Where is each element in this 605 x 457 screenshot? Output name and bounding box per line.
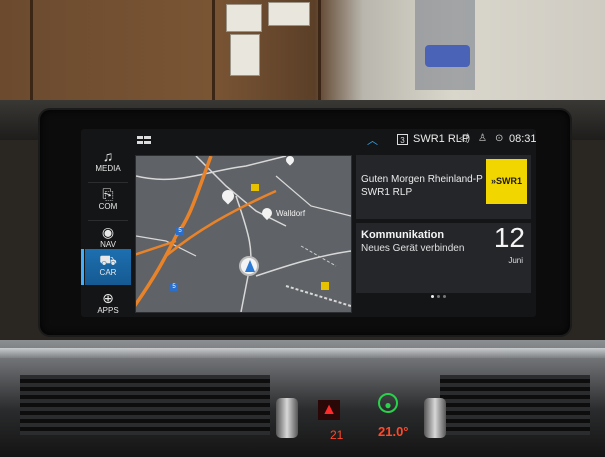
sidebar-item-label: APPS: [97, 306, 119, 315]
station-logo: »SWR1: [486, 159, 527, 204]
temp-left-display: 21: [330, 428, 344, 442]
temp-right-display: 21.0°: [378, 424, 409, 439]
vent-knob[interactable]: [424, 398, 446, 438]
road-shield: 5: [176, 228, 184, 235]
clock-time: 08:31: [509, 133, 536, 145]
sidebar-item-label: CAR: [99, 268, 117, 277]
calendar-month: Juni: [508, 256, 523, 265]
split-screen-icon[interactable]: [137, 136, 151, 145]
comm-title: Kommunikation: [361, 229, 445, 241]
map-town-label: Walldorf: [276, 209, 306, 218]
garage-equipment: [425, 45, 470, 67]
communication-widget[interactable]: Kommunikation Neues Gerät verbinden 12 J…: [356, 223, 531, 293]
sidebar-item-label: COM: [98, 202, 118, 211]
compass-icon: ◉: [101, 224, 115, 240]
door-frame: [212, 0, 215, 110]
speaker-icon: ◁): [459, 133, 471, 144]
status-bar: ︿ 3 SWR1 RLP ◁) ♙ ⊙ 08:31: [81, 129, 536, 151]
wall-paper: [268, 2, 310, 26]
chevron-up-icon[interactable]: ︿: [367, 132, 378, 148]
music-note-icon: ♫: [102, 148, 114, 164]
dashboard-trim: [0, 348, 605, 358]
radio-widget[interactable]: Guten Morgen Rheinland-P SWR1 RLP »SWR1: [356, 155, 531, 219]
radio-now-playing: Guten Morgen Rheinland-P: [361, 174, 483, 185]
main-menu-sidebar: ♫ MEDIA ⎘ COM ◉ NAV ⛟ CAR ⊕ APPS: [81, 131, 131, 317]
page-indicator: [431, 295, 451, 301]
preset-number: 3: [397, 134, 408, 145]
hazard-button[interactable]: ▲: [318, 400, 340, 420]
wall-paper: [230, 34, 260, 76]
air-vent: [20, 375, 270, 435]
poi-fuel-icon[interactable]: [251, 184, 259, 191]
phone-icon: ⎘: [102, 186, 114, 202]
connection-icon: ⊙: [495, 133, 504, 144]
sidebar-item-media[interactable]: ♫ MEDIA: [85, 145, 131, 181]
current-position-icon: [239, 256, 259, 276]
door-frame: [318, 0, 321, 110]
sidebar-item-apps[interactable]: ⊕ APPS: [85, 287, 131, 317]
globe-icon: ⊕: [102, 290, 114, 306]
radio-text: Guten Morgen Rheinland-P SWR1 RLP: [361, 173, 483, 199]
wall-paper: [226, 4, 262, 32]
calendar-day: 12: [493, 222, 525, 253]
navigation-map[interactable]: Walldorf 5 5: [135, 155, 352, 313]
road-shield: 5: [170, 284, 178, 291]
car-icon: ⛟: [99, 252, 117, 268]
comm-subtitle: Neues Gerät verbinden: [361, 243, 465, 254]
sidebar-item-car[interactable]: ⛟ CAR: [81, 249, 131, 285]
map-roads: [136, 156, 351, 312]
sidebar-item-label: MEDIA: [95, 164, 121, 173]
seatbelt-icon: ●: [378, 393, 398, 413]
poi-fuel-icon[interactable]: [321, 282, 329, 290]
person-icon[interactable]: ♙: [478, 133, 487, 144]
infotainment-screen: ︿ 3 SWR1 RLP ◁) ♙ ⊙ 08:31 ♫ MEDIA ⎘ COM …: [81, 129, 536, 317]
sidebar-item-com[interactable]: ⎘ COM: [85, 183, 131, 219]
vent-knob[interactable]: [276, 398, 298, 438]
radio-station: SWR1 RLP: [361, 187, 413, 198]
door-frame: [30, 0, 33, 110]
air-vent: [440, 375, 590, 435]
